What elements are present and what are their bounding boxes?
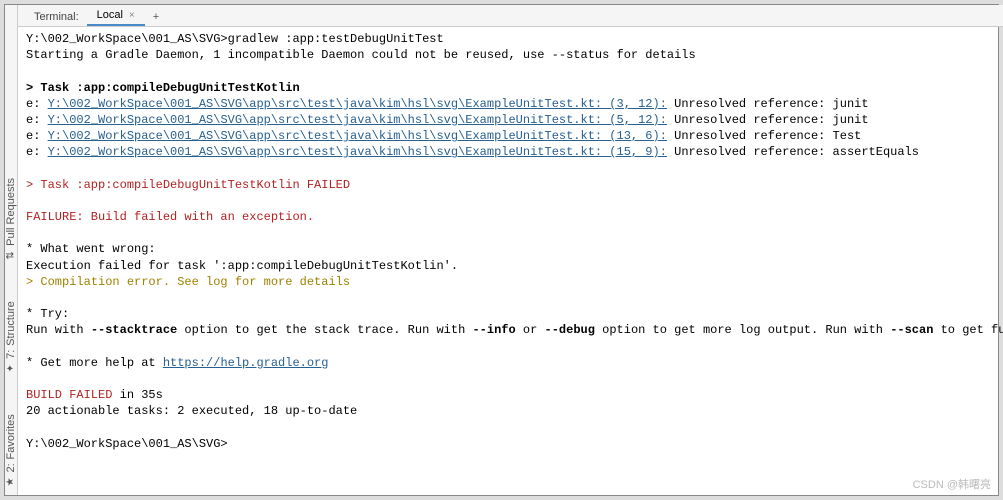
error-path-link[interactable]: Y:\002_WorkSpace\001_AS\SVG\app\src\test… xyxy=(48,113,667,127)
error-prefix: e: xyxy=(26,97,48,111)
error-line: e: Y:\002_WorkSpace\001_AS\SVG\app\src\t… xyxy=(26,128,1003,144)
rail-label: Favorites xyxy=(5,414,17,459)
what-wrong: * What went wrong: xyxy=(26,241,1003,257)
output-line: Starting a Gradle Daemon, 1 incompatible… xyxy=(26,47,1003,63)
rail-num: 7: xyxy=(5,349,17,358)
error-message: Unresolved reference: junit xyxy=(667,113,869,127)
error-line: e: Y:\002_WorkSpace\001_AS\SVG\app\src\t… xyxy=(26,96,1003,112)
add-tab-button[interactable]: + xyxy=(145,8,167,26)
task-failed-line: > Task :app:compileDebugUnitTestKotlin F… xyxy=(26,177,1003,193)
task-prefix: > Task xyxy=(26,81,76,95)
try-label: * Try: xyxy=(26,306,1003,322)
prompt: Y:\002_WorkSpace\001_AS\SVG> xyxy=(26,436,1003,452)
task-name: :app:compileDebugUnitTestKotlin xyxy=(76,81,299,95)
try-line: Run with --stacktrace option to get the … xyxy=(26,322,1003,338)
watermark: CSDN @韩曙亮 xyxy=(913,476,991,492)
pull-requests-icon: ⇅ xyxy=(5,251,16,259)
error-path-link[interactable]: Y:\002_WorkSpace\001_AS\SVG\app\src\test… xyxy=(48,145,667,159)
rail-label: Pull Requests xyxy=(5,178,17,246)
close-icon[interactable]: × xyxy=(129,10,135,21)
error-message: Unresolved reference: Test xyxy=(667,129,861,143)
error-line: e: Y:\002_WorkSpace\001_AS\SVG\app\src\t… xyxy=(26,112,1003,128)
help-link[interactable]: https://help.gradle.org xyxy=(163,356,329,370)
exec-failed: Execution failed for task ':app:compileD… xyxy=(26,258,1003,274)
failure-line: FAILURE: Build failed with an exception. xyxy=(26,209,1003,225)
terminal-tabbar: Terminal: Local × + xyxy=(18,5,1003,27)
star-icon: ★ xyxy=(6,477,17,486)
terminal-output[interactable]: Y:\002_WorkSpace\001_AS\SVG>gradlew :app… xyxy=(18,27,1003,495)
structure-icon: ✦ xyxy=(5,364,16,372)
compile-err: Compilation error. See log for more deta… xyxy=(40,275,350,289)
terminal-label: Terminal: xyxy=(26,8,87,26)
build-time: in 35s xyxy=(112,388,162,402)
rail-pull-requests[interactable]: ⇅ Pull Requests xyxy=(5,178,17,261)
tab-title: Local xyxy=(97,9,123,21)
error-path-link[interactable]: Y:\002_WorkSpace\001_AS\SVG\app\src\test… xyxy=(48,129,667,143)
build-failed: BUILD FAILED xyxy=(26,388,112,402)
rail-favorites[interactable]: ★ 2: Favorites xyxy=(5,414,17,487)
prompt: Y:\002_WorkSpace\001_AS\SVG> xyxy=(26,32,228,46)
error-path-link[interactable]: Y:\002_WorkSpace\001_AS\SVG\app\src\test… xyxy=(48,97,667,111)
rail-structure[interactable]: ✦ 7: Structure xyxy=(5,301,17,374)
error-prefix: e: xyxy=(26,113,48,127)
rail-num: 2: xyxy=(5,463,17,472)
error-message: Unresolved reference: junit xyxy=(667,97,869,111)
actionable-line: 20 actionable tasks: 2 executed, 18 up-t… xyxy=(26,403,1003,419)
error-message: Unresolved reference: assertEquals xyxy=(667,145,919,159)
error-prefix: e: xyxy=(26,145,48,159)
tool-rail: ⇅ Pull Requests ✦ 7: Structure ★ 2: Favo… xyxy=(5,5,18,495)
error-line: e: Y:\002_WorkSpace\001_AS\SVG\app\src\t… xyxy=(26,144,1003,160)
tab-local[interactable]: Local × xyxy=(87,6,145,26)
command: gradlew :app:testDebugUnitTest xyxy=(228,32,444,46)
error-prefix: e: xyxy=(26,129,48,143)
help-prefix: * Get more help at xyxy=(26,356,163,370)
rail-label: Structure xyxy=(5,301,17,346)
compile-err-prefix: > xyxy=(26,275,40,289)
